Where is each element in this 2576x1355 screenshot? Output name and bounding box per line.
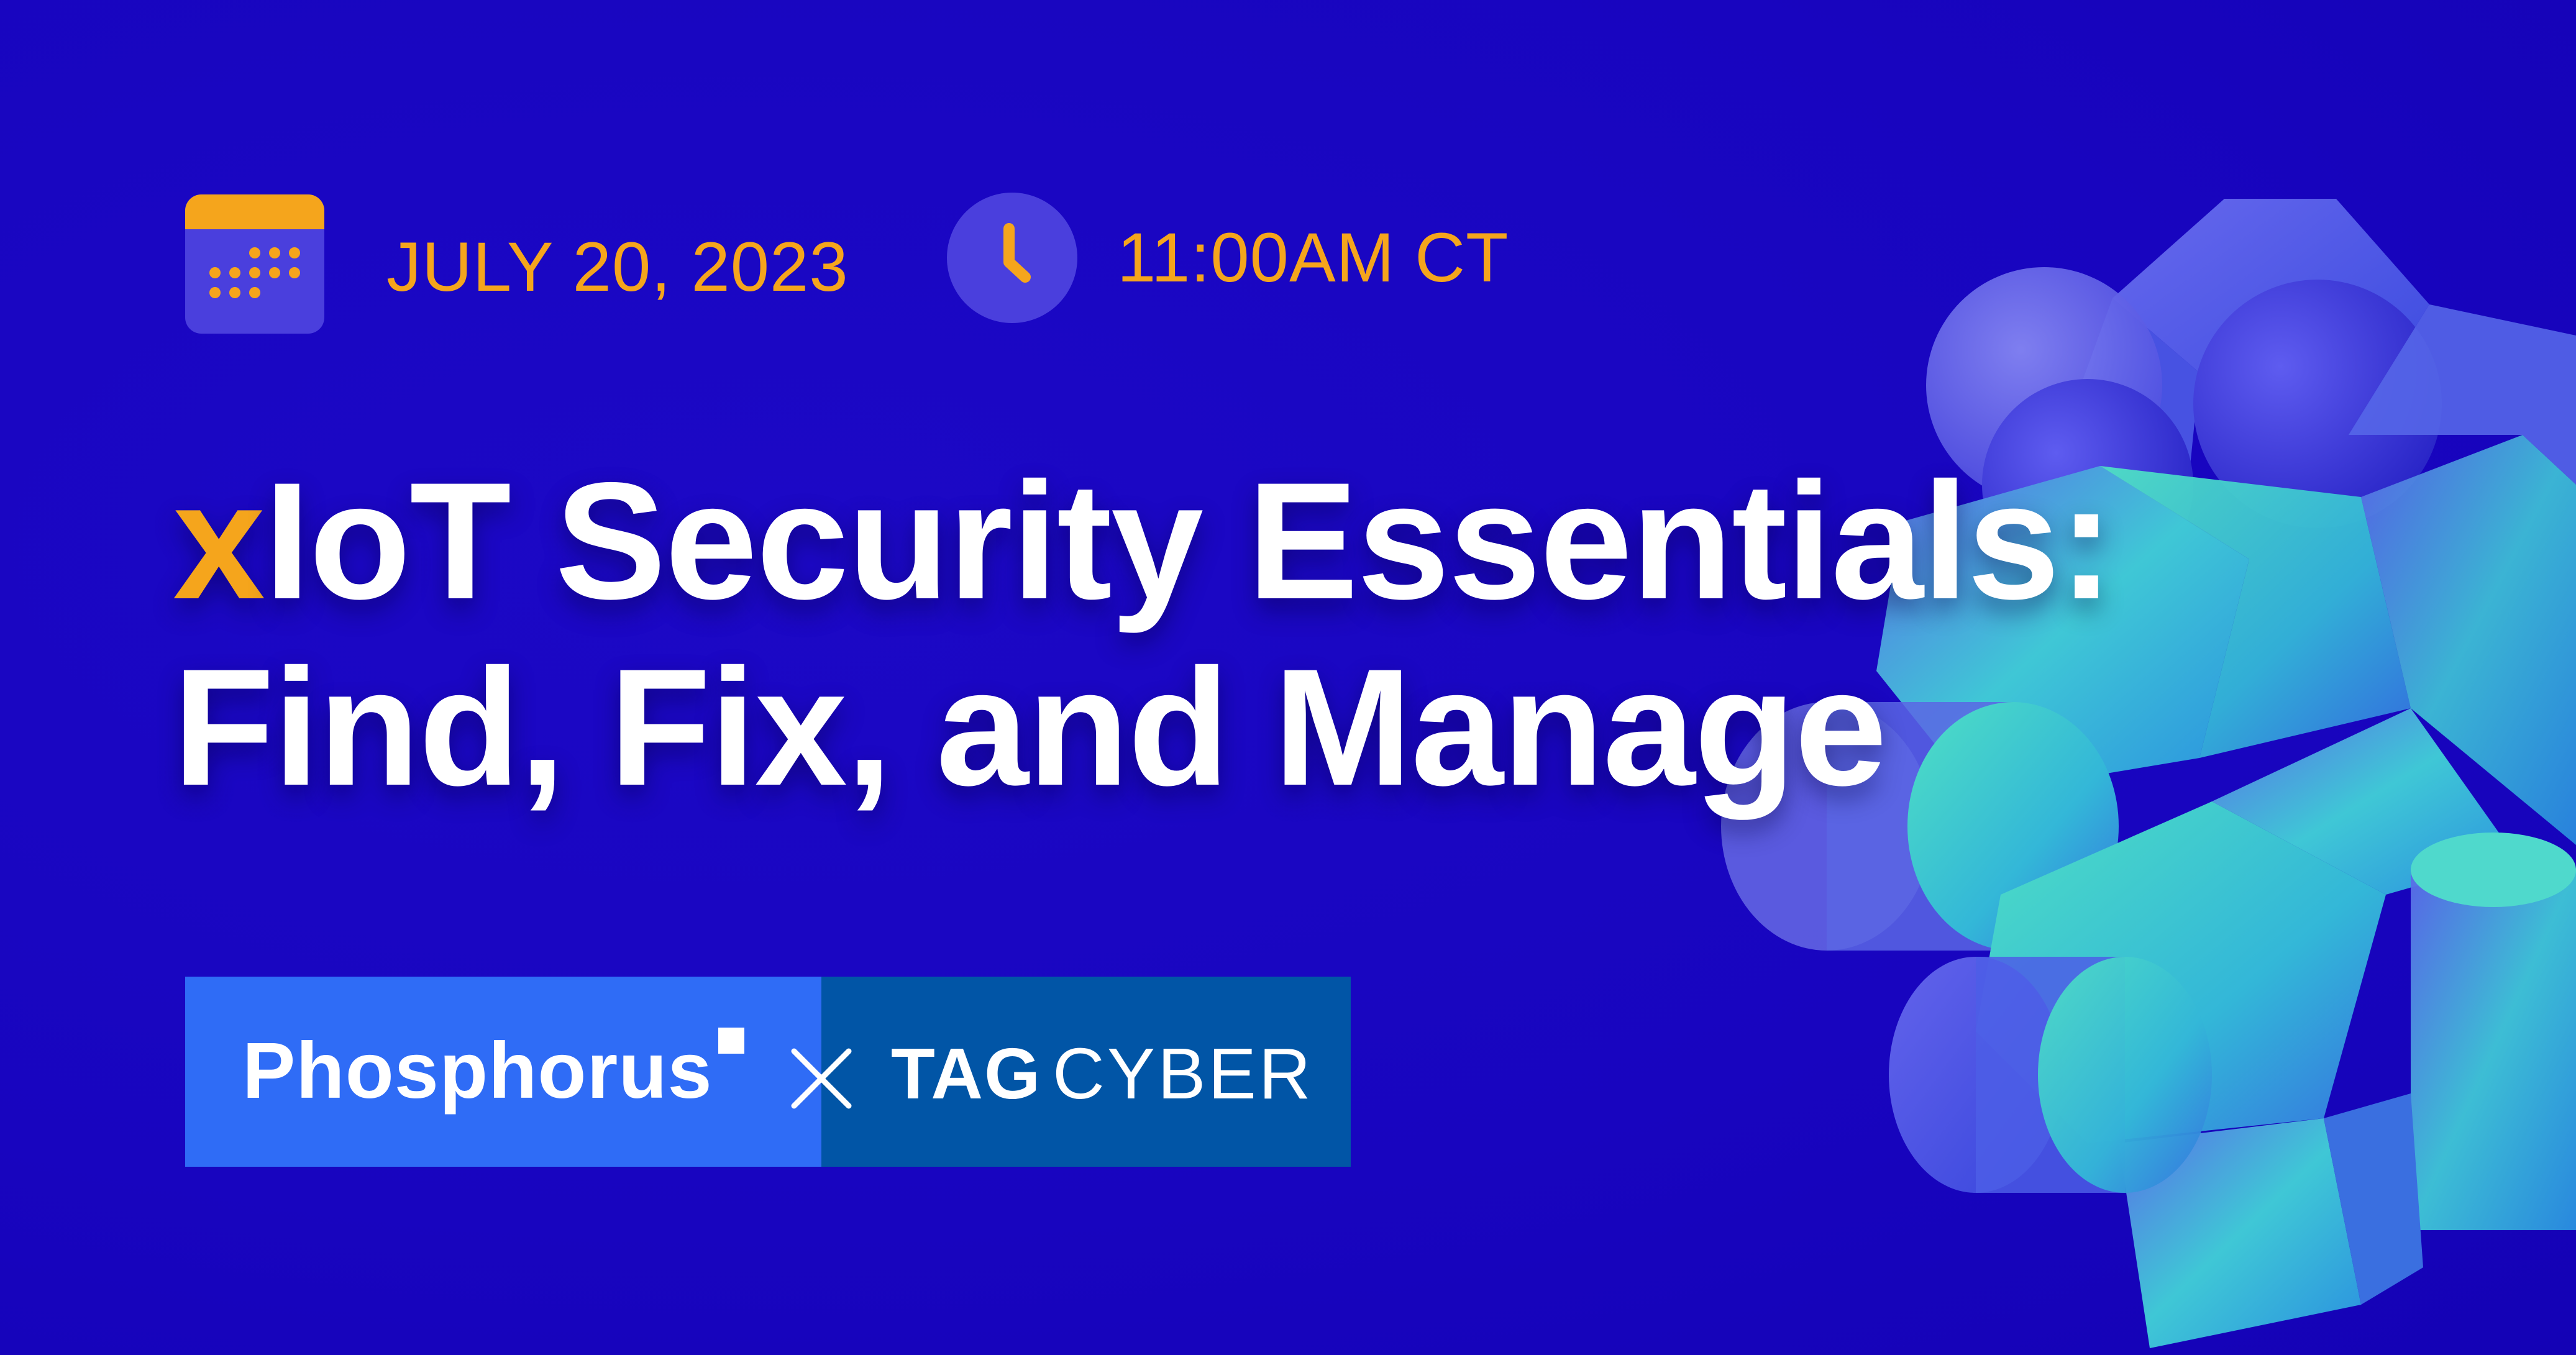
phosphorus-square-mark [718,1028,744,1054]
calendar-icon [185,194,324,334]
phosphorus-logo: Phosphorus [185,977,821,1167]
clock-icon [947,193,1077,323]
close-x-icon [791,1048,852,1109]
tagcyber-logo: TAG CYBER [821,977,1351,1167]
phosphorus-wordmark: Phosphorus [242,1026,713,1115]
tagcyber-wordmark-light: CYBER [1053,1033,1313,1114]
partner-logos-bar: Phosphorus TAG CYBER [185,977,1351,1167]
event-time: 11:00AM CT [1117,219,1509,296]
tagcyber-wordmark-bold: TAG [891,1033,1042,1114]
title-line-1: xIoT Security Essentials: [173,447,2114,634]
title-line-1-text: IoT Security Essentials: [264,447,2114,634]
event-date: JULY 20, 2023 [386,228,849,306]
title-line-2: Find, Fix, and Manage [173,634,1887,820]
event-banner: JULY 20, 2023 11:00AM CT xIoT Security E… [0,0,2576,1355]
event-title: xIoT Security Essentials: Find, Fix, and… [173,447,2114,820]
title-accent: x [173,447,265,634]
